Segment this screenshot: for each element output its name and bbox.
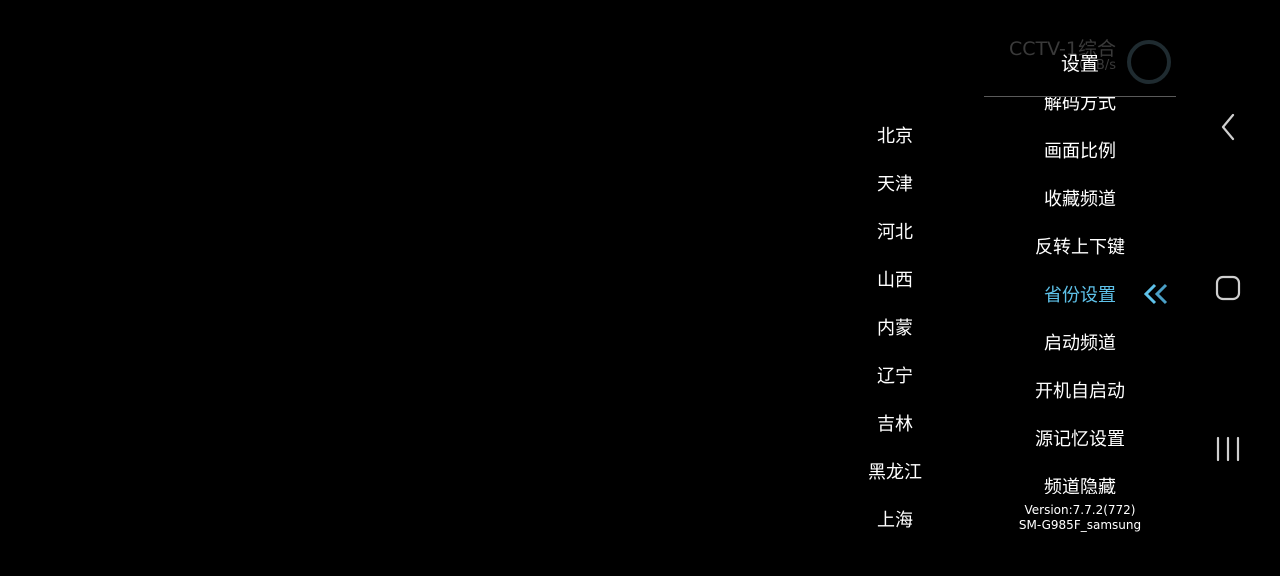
menu-item-aspect-ratio[interactable]: 画面比例 [984, 128, 1176, 176]
home-button[interactable] [1176, 238, 1280, 338]
province-item[interactable]: 内蒙 [845, 305, 945, 353]
menu-item-source-memory[interactable]: 源记忆设置 [984, 416, 1176, 464]
tv-player-screen[interactable]: CCTV-1综合 0.0KB/s 设置 解码方式 画面比例 收藏频道 反转上下键… [0, 0, 1280, 576]
province-item[interactable]: 上海 [845, 497, 945, 545]
menu-item-hide-channels[interactable]: 频道隐藏 [984, 464, 1176, 494]
province-item[interactable]: 辽宁 [845, 353, 945, 401]
system-nav-bar [1176, 0, 1280, 576]
menu-item-reverse-keys[interactable]: 反转上下键 [984, 224, 1176, 272]
back-button[interactable] [1176, 77, 1280, 177]
menu-item-favorite-channels[interactable]: 收藏频道 [984, 176, 1176, 224]
back-icon [1221, 113, 1235, 141]
province-item[interactable]: 河北 [845, 209, 945, 257]
device-label: SM-G985F_samsung [1018, 518, 1142, 532]
version-label: Version:7.7.2(772) [1024, 503, 1136, 517]
double-chevron-left-icon [1144, 283, 1168, 305]
menu-item-startup-channel[interactable]: 启动频道 [984, 320, 1176, 368]
version-info: Version:7.7.2(772) SM-G985F_samsung [984, 503, 1176, 533]
province-item[interactable]: 吉林 [845, 401, 945, 449]
home-icon [1215, 275, 1241, 301]
province-item[interactable]: 天津 [845, 161, 945, 209]
province-list[interactable]: 北京 天津 河北 山西 内蒙 辽宁 吉林 黑龙江 上海 [845, 113, 945, 545]
province-item[interactable]: 山西 [845, 257, 945, 305]
province-item[interactable]: 北京 [845, 113, 945, 161]
menu-item-decode-mode[interactable]: 解码方式 [984, 97, 1176, 128]
settings-title: 设置 [1060, 53, 1099, 75]
province-item[interactable]: 黑龙江 [845, 449, 945, 497]
recents-icon [1216, 436, 1240, 462]
recents-button[interactable] [1176, 399, 1280, 499]
menu-item-autostart[interactable]: 开机自启动 [984, 368, 1176, 416]
